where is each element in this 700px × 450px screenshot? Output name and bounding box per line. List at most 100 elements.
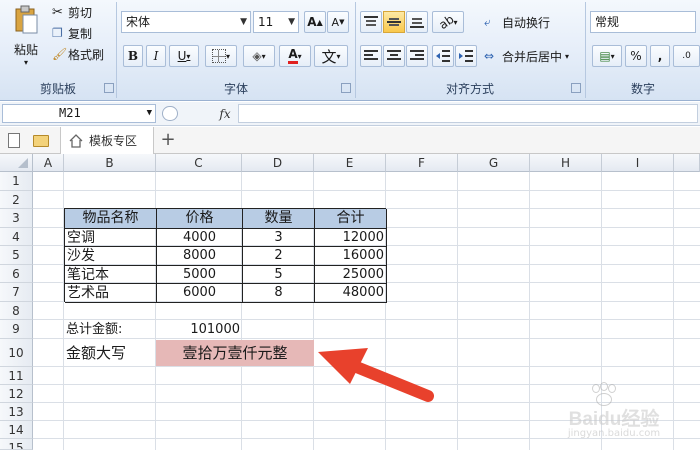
font-size-select[interactable]: 11 ▼ bbox=[253, 11, 299, 33]
number-format-select[interactable]: 常规 bbox=[590, 11, 696, 33]
row-header[interactable]: 6 bbox=[0, 265, 33, 283]
table-cell[interactable]: 5 bbox=[243, 266, 315, 284]
fill-color-button[interactable]: ◈ ▾ bbox=[243, 45, 275, 67]
wrap-text-button[interactable]: ⤶ 自动换行 bbox=[484, 11, 560, 33]
table-header-cell[interactable]: 物品名称 bbox=[65, 209, 157, 229]
table-cell[interactable]: 8 bbox=[243, 284, 315, 303]
table-cell[interactable]: 12000 bbox=[315, 229, 387, 247]
row-header[interactable]: 5 bbox=[0, 246, 33, 265]
clipboard-launcher-icon[interactable] bbox=[104, 83, 114, 93]
select-all-corner[interactable] bbox=[0, 154, 33, 172]
underline-button[interactable]: U ▾ bbox=[169, 45, 199, 67]
column-header[interactable]: D bbox=[242, 154, 314, 172]
font-color-button[interactable]: A ▾ bbox=[279, 45, 311, 67]
formula-bar-toggle-icon[interactable] bbox=[162, 106, 178, 121]
column-header[interactable] bbox=[674, 154, 700, 172]
alignment-launcher-icon[interactable] bbox=[571, 83, 581, 93]
table-cell[interactable]: 6000 bbox=[157, 284, 243, 303]
row-header[interactable]: 14 bbox=[0, 421, 33, 439]
column-header[interactable]: A bbox=[33, 154, 64, 172]
shrink-font-icon[interactable]: A ▼ bbox=[327, 11, 349, 33]
bold-button[interactable]: B bbox=[123, 45, 143, 67]
add-tab-button[interactable]: + bbox=[158, 129, 178, 151]
table-cell[interactable]: 5000 bbox=[157, 266, 243, 284]
chevron-down-icon: ▾ bbox=[186, 51, 191, 61]
uppercase-label-cell[interactable]: 金额大写 bbox=[66, 339, 156, 367]
row-header[interactable]: 13 bbox=[0, 403, 33, 421]
merge-center-button[interactable]: ⇔ 合并后居中 ▾ bbox=[484, 45, 580, 67]
formula-input[interactable] bbox=[238, 104, 698, 123]
currency-button[interactable]: ▤ ▾ bbox=[592, 45, 622, 67]
row-header[interactable]: 15 bbox=[0, 439, 33, 450]
tab-template-zone[interactable]: 模板专区 bbox=[60, 127, 154, 154]
table-cell[interactable]: 艺术品 bbox=[65, 284, 157, 303]
row-header[interactable]: 12 bbox=[0, 385, 33, 403]
column-header[interactable]: H bbox=[530, 154, 602, 172]
borders-button[interactable]: ▾ bbox=[205, 45, 237, 67]
align-bottom-icon[interactable] bbox=[406, 11, 428, 33]
align-left-icon[interactable] bbox=[360, 45, 382, 67]
currency-icon: ▤ bbox=[599, 49, 611, 63]
font-launcher-icon[interactable] bbox=[341, 83, 351, 93]
table-cell[interactable]: 16000 bbox=[315, 247, 387, 266]
cut-button[interactable]: ✂ 剪切 bbox=[52, 2, 112, 22]
table-header-cell[interactable]: 价格 bbox=[157, 209, 243, 229]
folder-icon[interactable] bbox=[33, 135, 49, 147]
table-cell[interactable]: 沙发 bbox=[65, 247, 157, 266]
total-value-cell[interactable]: 101000 bbox=[156, 321, 242, 339]
increase-decimal-icon[interactable]: .0 bbox=[673, 45, 700, 67]
border-grid-icon bbox=[211, 49, 226, 63]
row-header[interactable]: 4 bbox=[0, 228, 33, 246]
phonetic-button[interactable]: 文 ▾ bbox=[314, 45, 348, 67]
total-label-cell[interactable]: 总计金额: bbox=[66, 321, 156, 339]
row-header[interactable]: 10 bbox=[0, 339, 33, 367]
alignment-group-label: 对齐方式 bbox=[445, 82, 494, 96]
row-header[interactable]: 9 bbox=[0, 320, 33, 339]
row-header[interactable]: 3 bbox=[0, 209, 33, 228]
column-header[interactable]: C bbox=[156, 154, 242, 172]
grow-font-icon[interactable]: A ▲ bbox=[304, 11, 326, 33]
column-header[interactable]: F bbox=[386, 154, 458, 172]
align-center-icon[interactable] bbox=[383, 45, 405, 67]
font-name-select[interactable]: 宋体 ▼ bbox=[121, 11, 251, 33]
orientation-button[interactable]: ab ▾ bbox=[432, 11, 464, 33]
watermark-brand: Baidu经验 bbox=[568, 409, 660, 430]
table-header-cell[interactable]: 数量 bbox=[243, 209, 315, 229]
increase-indent-icon[interactable] bbox=[455, 45, 477, 67]
paste-button[interactable]: 粘贴 ▾ bbox=[8, 4, 44, 68]
table-cell[interactable]: 48000 bbox=[315, 284, 387, 303]
name-box[interactable]: M21 ▼ bbox=[2, 104, 156, 123]
insert-function-icon[interactable]: fx bbox=[214, 105, 236, 123]
row-header[interactable]: 2 bbox=[0, 191, 33, 209]
row-header[interactable]: 11 bbox=[0, 367, 33, 385]
table-cell[interactable]: 25000 bbox=[315, 266, 387, 284]
table-cell[interactable]: 3 bbox=[243, 229, 315, 247]
watermark-url: jingyan.baidu.com bbox=[567, 428, 661, 439]
align-right-icon[interactable] bbox=[406, 45, 428, 67]
table-cell[interactable]: 8000 bbox=[157, 247, 243, 266]
scissors-icon: ✂ bbox=[52, 4, 63, 20]
new-document-icon[interactable] bbox=[8, 133, 20, 148]
comma-button[interactable]: , bbox=[650, 45, 670, 67]
uppercase-value-cell[interactable]: 壹拾万壹仟元整 bbox=[156, 340, 314, 366]
column-header[interactable]: E bbox=[314, 154, 386, 172]
table-header-cell[interactable]: 合计 bbox=[315, 209, 387, 229]
format-painter-button[interactable]: 🖌 格式刷 bbox=[52, 44, 112, 64]
column-header[interactable]: B bbox=[64, 154, 156, 172]
decrease-indent-icon[interactable] bbox=[432, 45, 454, 67]
table-cell[interactable]: 2 bbox=[243, 247, 315, 266]
row-header[interactable]: 1 bbox=[0, 172, 33, 191]
align-top-icon[interactable] bbox=[360, 11, 382, 33]
percent-button[interactable]: % bbox=[625, 45, 647, 67]
row-header[interactable]: 7 bbox=[0, 283, 33, 302]
copy-button[interactable]: ❐ 复制 bbox=[52, 23, 112, 43]
table-cell[interactable]: 4000 bbox=[157, 229, 243, 247]
row-header[interactable]: 8 bbox=[0, 302, 33, 320]
table-cell[interactable]: 笔记本 bbox=[65, 266, 157, 284]
format-painter-label: 格式刷 bbox=[68, 47, 105, 62]
align-middle-icon[interactable] bbox=[383, 11, 405, 33]
italic-button[interactable]: I bbox=[146, 45, 166, 67]
table-cell[interactable]: 空调 bbox=[65, 229, 157, 247]
column-header[interactable]: I bbox=[602, 154, 674, 172]
column-header[interactable]: G bbox=[458, 154, 530, 172]
